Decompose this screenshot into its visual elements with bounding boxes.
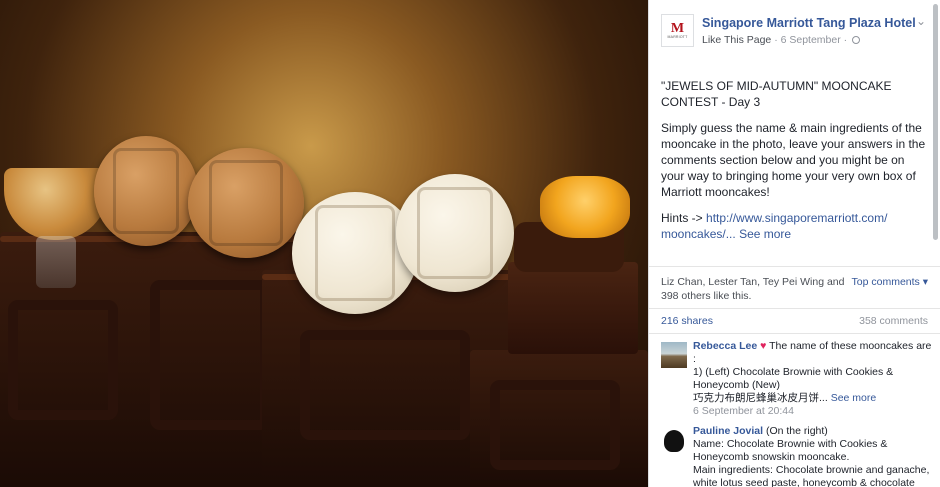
comment-line: 1) (Left) Chocolate Brownie with Cookies…: [693, 366, 894, 391]
snowskin-mooncake-right: [396, 174, 514, 292]
ellipsis: ...: [725, 227, 736, 241]
comment-text: Rebecca Lee ♥ The name of these mooncake…: [693, 340, 933, 418]
comment: Rebecca Lee ♥ The name of these mooncake…: [661, 340, 931, 420]
glass-stem: [36, 236, 76, 288]
comment-line: Name: Chocolate Brownie with Cookies & H…: [693, 438, 888, 463]
brownie-slab: [508, 262, 638, 354]
post-hints: Hints -> http://www.singaporemarriott.co…: [661, 210, 931, 242]
like-page-link[interactable]: Like This Page: [702, 34, 771, 46]
post-panel: M MARRIOTT Singapore Marriott Tang Plaza…: [648, 0, 940, 487]
top-comments-dropdown[interactable]: Top comments ▾: [852, 275, 928, 289]
stand-fretwork: [150, 280, 270, 430]
see-more-link[interactable]: See more: [831, 392, 877, 404]
post-headline: "JEWELS OF MID-AUTUMN" MOONCAKE CONTEST …: [661, 79, 892, 109]
stand-fretwork: [8, 300, 118, 420]
page-avatar[interactable]: M MARRIOTT: [661, 14, 694, 47]
page-name-link[interactable]: Singapore Marriott Tang Plaza Hotel: [702, 16, 916, 30]
globe-icon: [852, 36, 861, 44]
marriott-logo-icon: M: [670, 20, 685, 36]
post-date[interactable]: 6 September: [781, 34, 841, 46]
hints-prefix: Hints ->: [661, 211, 707, 225]
comment-author[interactable]: Rebecca Lee: [693, 340, 757, 352]
post-text: "JEWELS OF MID-AUTUMN" MOONCAKE CONTEST …: [661, 78, 931, 252]
reactions-bar: Liz Chan, Lester Tan, Tey Pei Wing and 3…: [649, 266, 940, 308]
post-photo[interactable]: [0, 0, 648, 487]
likers-text[interactable]: Liz Chan, Lester Tan, Tey Pei Wing and 3…: [661, 275, 846, 303]
honeycomb: [540, 176, 630, 238]
post-header: M MARRIOTT Singapore Marriott Tang Plaza…: [661, 12, 928, 48]
comment-author-suffix: (On the right): [763, 425, 828, 437]
stats-bar: 216 shares 358 comments: [649, 308, 940, 334]
avatar[interactable]: [661, 427, 687, 453]
nut-bowl: [4, 168, 108, 240]
see-more-link[interactable]: See more: [739, 227, 791, 241]
stand-fretwork: [300, 330, 470, 440]
chevron-down-icon[interactable]: ⌄: [916, 14, 926, 28]
post-paragraph: Simply guess the name & main ingredients…: [661, 121, 926, 199]
logo-wordmark: MARRIOTT: [667, 34, 688, 39]
stand-fretwork: [490, 380, 620, 470]
baked-mooncake-right: [188, 148, 304, 258]
comments-count[interactable]: 358 comments: [859, 315, 928, 327]
comment-timestamp[interactable]: 6 September at 20:44: [693, 405, 794, 417]
comment: Pauline Jovial (On the right) Name: Choc…: [661, 425, 929, 487]
comment-author[interactable]: Pauline Jovial: [693, 425, 763, 437]
shares-link[interactable]: 216 shares: [661, 315, 713, 327]
meta-separator: ·: [843, 34, 848, 46]
comment-text: Pauline Jovial (On the right) Name: Choc…: [693, 425, 933, 487]
meta-separator: ·: [774, 34, 778, 46]
scrollbar[interactable]: [933, 4, 938, 240]
post-meta: Like This Page · 6 September ·: [702, 34, 861, 46]
comment-line: Main ingredients: Chocolate brownie and …: [693, 464, 930, 487]
baked-mooncake-left: [94, 136, 198, 246]
comment-line: 巧克力布朗尼蜂巢冰皮月饼...: [693, 392, 828, 404]
heart-icon: ♥: [760, 340, 767, 352]
avatar[interactable]: [661, 342, 687, 368]
